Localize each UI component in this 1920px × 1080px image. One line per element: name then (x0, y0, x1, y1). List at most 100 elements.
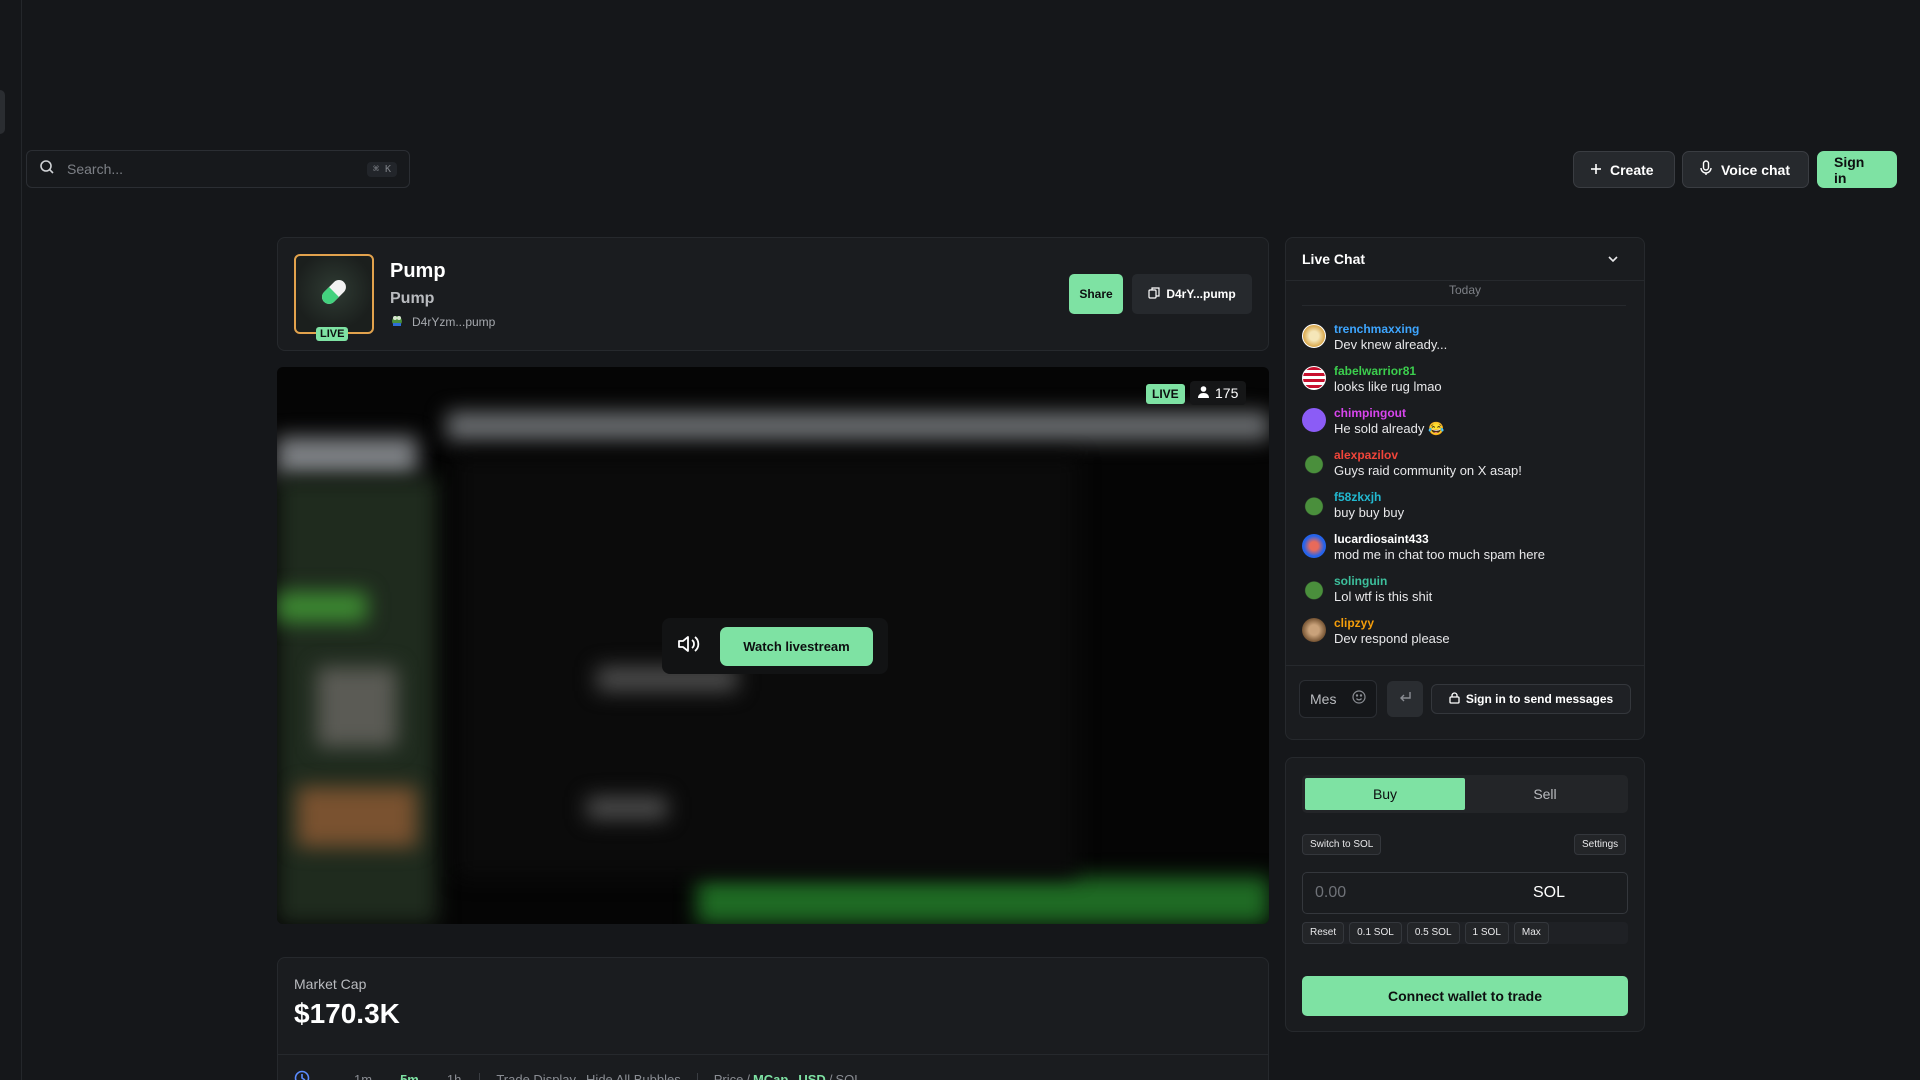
watch-livestream-button[interactable]: Watch livestream (720, 627, 873, 666)
chat-message: chimpingout He sold already 😂 (1302, 406, 1444, 437)
speaker-icon (677, 634, 701, 659)
avatar[interactable] (1302, 324, 1326, 348)
chat-date: Today (1449, 283, 1482, 297)
voice-chat-button[interactable]: Voice chat (1682, 151, 1809, 188)
video-blur-sidebar (277, 437, 417, 477)
toolbar-separator (696, 1072, 698, 1080)
avatar[interactable] (1302, 408, 1326, 432)
coin-avatar[interactable] (294, 254, 374, 334)
chat-message: alexpazilov Guys raid community on X asap… (1302, 448, 1522, 479)
slash: / (746, 1072, 750, 1080)
sign-in-button[interactable]: Sign in (1817, 151, 1897, 188)
message-input[interactable] (1310, 691, 1342, 707)
connect-wallet-button[interactable]: Connect wallet to trade (1302, 976, 1628, 1016)
chat-text: mod me in chat too much spam here (1334, 547, 1545, 562)
amount-input[interactable] (1315, 884, 1533, 902)
interval-1h[interactable]: 1h (447, 1072, 461, 1080)
share-button[interactable]: Share (1069, 274, 1123, 314)
max-button[interactable]: Max (1513, 922, 1549, 944)
divider (1286, 280, 1644, 281)
usd-toggle[interactable]: USD (798, 1072, 825, 1080)
plus-icon (1590, 162, 1602, 178)
chat-message: f58zkxjh buy buy buy (1302, 490, 1404, 521)
chat-username[interactable]: f58zkxjh (1334, 490, 1404, 505)
video-blur-figure (317, 667, 397, 747)
chat-text: Dev knew already... (1334, 337, 1448, 352)
mcap-toggle[interactable]: MCap (753, 1072, 788, 1080)
message-field[interactable] (1299, 680, 1377, 718)
emoji-icon[interactable] (1352, 689, 1366, 709)
copy-contract-button[interactable]: D4rY...pump (1132, 274, 1252, 314)
search-bar[interactable]: ⌘ K (26, 150, 410, 188)
chat-username[interactable]: trenchmaxxing (1334, 322, 1447, 337)
viewer-count: 175 (1190, 381, 1247, 405)
hide-bubbles-toggle[interactable]: Hide All Bubbles (586, 1072, 681, 1080)
chevron-down-icon[interactable] (1606, 252, 1620, 271)
create-button[interactable]: Create (1573, 151, 1675, 188)
clock-icon[interactable] (294, 1070, 310, 1080)
chat-message: solinguin Lol wtf is this shit (1302, 574, 1432, 605)
price-toggle[interactable]: Price (714, 1072, 744, 1080)
live-chat-title: Live Chat (1302, 251, 1366, 267)
lock-icon (1449, 691, 1460, 707)
amount-field[interactable]: SOL (1302, 872, 1628, 914)
viewer-number: 175 (1215, 385, 1239, 401)
search-shortcut: ⌘ K (366, 161, 397, 177)
chat-text: looks like rug lmao (1334, 379, 1442, 394)
interval-5m[interactable]: 5m (400, 1072, 419, 1080)
quick-amount-0-1-sol[interactable]: 0.1 SOL (1349, 922, 1402, 944)
copy-icon (1148, 286, 1160, 302)
avatar[interactable] (1302, 450, 1326, 474)
avatar[interactable] (1302, 618, 1326, 642)
left-sidebar (0, 0, 22, 1080)
sign-in-to-chat-button[interactable]: Sign in to send messages (1431, 684, 1631, 714)
chat-username[interactable]: clipzyy (1334, 616, 1450, 631)
video-blur-btn (587, 797, 667, 819)
microphone-icon (1699, 160, 1713, 179)
volume-button[interactable] (674, 632, 704, 660)
interval-1m[interactable]: 1m (354, 1072, 372, 1080)
search-input[interactable] (67, 161, 367, 177)
chat-message: trenchmaxxing Dev knew already... (1302, 322, 1447, 353)
chat-username[interactable]: fabelwarrior81 (1334, 364, 1442, 379)
enter-icon (1398, 690, 1412, 709)
creator-link[interactable]: D4rYzm...pump (390, 313, 495, 330)
send-button[interactable] (1387, 681, 1423, 717)
avatar[interactable] (1302, 576, 1326, 600)
video-blur-bottom-green (697, 877, 1269, 924)
avatar[interactable] (1302, 492, 1326, 516)
create-label: Create (1610, 161, 1654, 178)
search-icon (39, 159, 55, 180)
sidebar-toggle[interactable] (0, 90, 5, 134)
amount-unit: SOL (1532, 884, 1565, 901)
quick-amount-1-sol[interactable]: 1 SOL (1464, 922, 1509, 944)
chat-message: lucardiosaint433 mod me in chat too much … (1302, 532, 1545, 563)
tab-buy[interactable]: Buy (1305, 778, 1465, 810)
switch-to-sol-button[interactable]: Switch to SOL (1302, 834, 1382, 855)
trade-display-toggle[interactable]: Trade Display (496, 1072, 576, 1080)
chat-username[interactable]: lucardiosaint433 (1334, 532, 1545, 547)
chat-message: clipzyy Dev respond please (1302, 616, 1450, 647)
divider (1286, 665, 1644, 666)
chart-toolbar: 1m 5m 1h Trade Display Hide All Bubbles … (294, 1070, 861, 1080)
chat-username[interactable]: chimpingout (1334, 406, 1444, 421)
divider (1302, 305, 1626, 306)
video-blur-orange (297, 787, 417, 847)
avatar[interactable] (1302, 366, 1326, 390)
chat-username[interactable]: solinguin (1334, 574, 1432, 589)
chat-text: Guys raid community on X asap! (1334, 463, 1522, 478)
market-cap-card (277, 957, 1269, 1080)
frog-avatar-icon (390, 313, 404, 330)
video-blur-green (277, 592, 367, 622)
sign-in-to-chat-label: Sign in to send messages (1465, 692, 1614, 706)
sol-toggle[interactable]: SOL (835, 1072, 861, 1080)
reset-button[interactable]: Reset (1302, 922, 1345, 944)
contract-address: D4rY...pump (1166, 287, 1236, 301)
avatar[interactable] (1302, 534, 1326, 558)
tab-sell[interactable]: Sell (1465, 778, 1625, 810)
settings-button[interactable]: Settings (1574, 834, 1627, 855)
chat-text: Dev respond please (1334, 631, 1450, 646)
video-blur-topbar (447, 412, 1269, 440)
chat-username[interactable]: alexpazilov (1334, 448, 1522, 463)
quick-amount-0-5-sol[interactable]: 0.5 SOL (1406, 922, 1460, 944)
